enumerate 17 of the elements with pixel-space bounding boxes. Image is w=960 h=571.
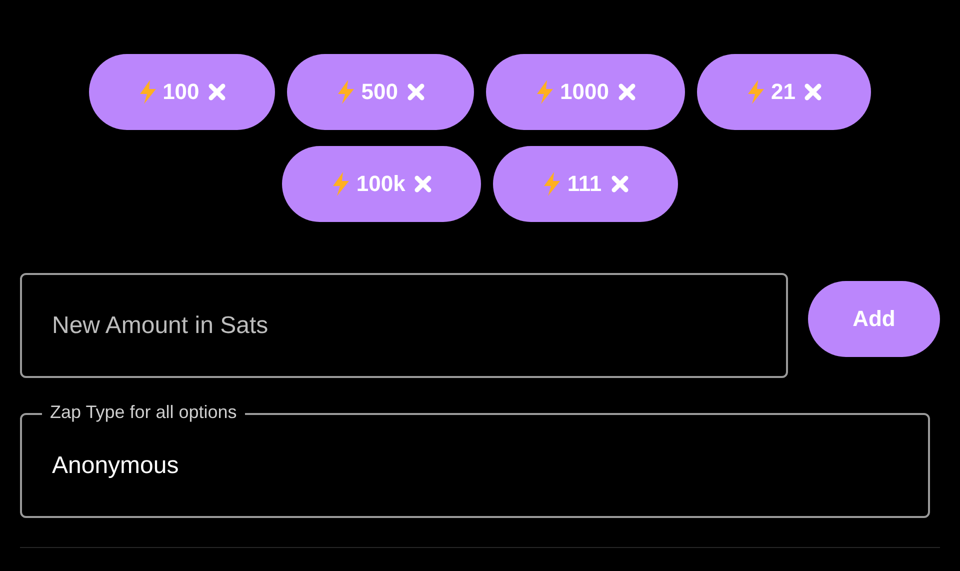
selected-value: Anonymous [52, 452, 179, 480]
remove-icon[interactable] [610, 174, 630, 194]
lightning-icon [534, 79, 556, 105]
zap-type-select[interactable]: Zap Type for all options Anonymous [20, 401, 930, 518]
amount-chip[interactable]: 111 [493, 146, 678, 222]
amount-input-field[interactable]: New Amount in Sats [20, 273, 788, 378]
add-button[interactable]: Add [808, 281, 940, 357]
remove-icon[interactable] [207, 82, 228, 102]
remove-icon[interactable] [406, 82, 426, 102]
amount-chip[interactable]: 500 [287, 54, 474, 130]
amount-chip[interactable]: 21 [696, 54, 872, 130]
remove-icon[interactable] [413, 174, 434, 194]
remove-icon[interactable] [803, 82, 824, 102]
remove-icon[interactable] [616, 82, 637, 102]
amount-chip[interactable]: 100k [282, 146, 482, 222]
amount-chip[interactable]: 100 [88, 54, 276, 130]
amount-chip[interactable]: 1000 [486, 54, 685, 130]
